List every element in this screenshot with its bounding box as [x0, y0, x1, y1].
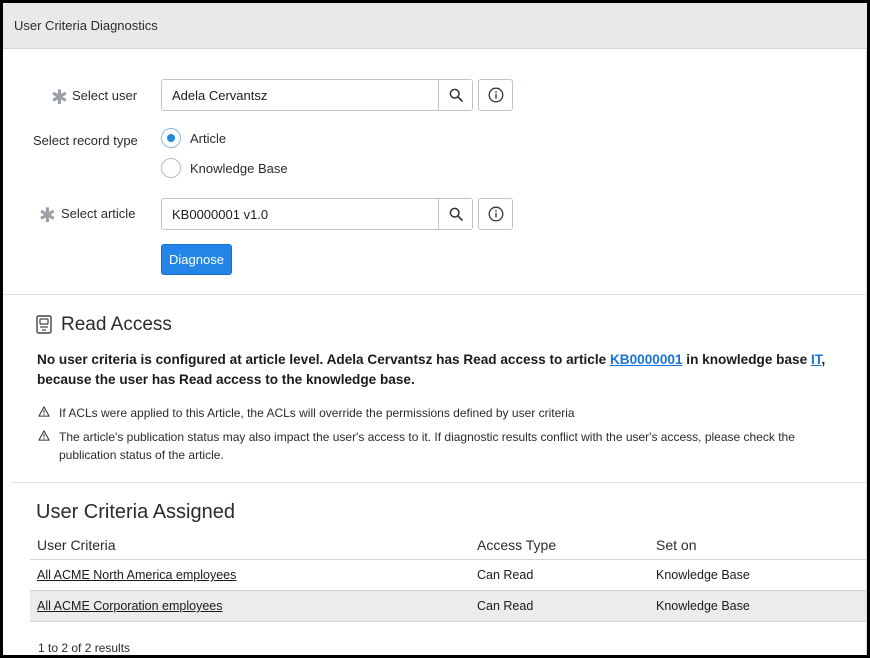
acl-warning: If ACLs were applied to this Article, th…: [37, 404, 837, 422]
warning-icon: [38, 430, 50, 441]
table-cell: Can Read: [477, 568, 534, 582]
user-criteria-link[interactable]: All ACME Corporation employees: [37, 599, 223, 613]
table-row: All ACME Corporation employees Can Read …: [30, 591, 867, 622]
read-access-message: No user criteria is configured at articl…: [37, 350, 865, 390]
info-icon: [488, 206, 503, 222]
user-input[interactable]: [162, 80, 438, 110]
table-cell: Can Read: [477, 599, 534, 613]
table-cell: All ACME North America employees: [30, 560, 470, 590]
column-header-access-type[interactable]: Access Type: [470, 530, 649, 559]
message-text: No user criteria is configured at articl…: [37, 352, 610, 367]
table-cell: All ACME Corporation employees: [30, 591, 470, 621]
publication-warning: The article's publication status may als…: [37, 428, 817, 464]
results-count: 1 to 2 of 2 results: [38, 641, 131, 655]
read-access-icon: [36, 315, 52, 334]
user-info-button[interactable]: [478, 79, 513, 111]
table-row: All ACME North America employees Can Rea…: [30, 560, 867, 591]
search-icon: [449, 207, 463, 221]
required-asterisk-icon: ✱: [39, 205, 56, 227]
table-cell: Knowledge Base: [656, 599, 750, 613]
user-search-button[interactable]: [438, 80, 472, 110]
radio-article-label: Article: [190, 130, 227, 146]
info-icon: [488, 87, 503, 103]
table-cell: Knowledge Base: [656, 568, 750, 582]
select-article-label: Select article: [61, 206, 136, 221]
criteria-table: User Criteria Access Type Set on All ACM…: [30, 530, 867, 622]
article-info-button[interactable]: [478, 198, 513, 230]
section-divider: [11, 482, 867, 483]
knowledge-base-link[interactable]: IT: [811, 352, 822, 367]
user-lookup-group: [161, 79, 473, 111]
radio-article-button[interactable]: [161, 128, 181, 148]
section-divider: [3, 294, 867, 295]
column-header-user-criteria[interactable]: User Criteria: [30, 530, 470, 559]
table-header: User Criteria Access Type Set on: [30, 530, 867, 560]
search-icon: [449, 88, 463, 102]
publication-warning-text: The article's publication status may als…: [59, 430, 795, 462]
article-input[interactable]: [162, 199, 438, 229]
radio-article[interactable]: Article: [161, 128, 226, 148]
column-header-set-on[interactable]: Set on: [649, 530, 867, 559]
user-criteria-link[interactable]: All ACME North America employees: [37, 568, 236, 582]
message-text: in knowledge base: [682, 352, 811, 367]
required-asterisk-icon: ✱: [51, 87, 68, 109]
read-access-heading: Read Access: [61, 314, 172, 335]
article-link[interactable]: KB0000001: [610, 352, 683, 367]
radio-knowledge-base-button[interactable]: [161, 158, 181, 178]
radio-knowledge-base-label: Knowledge Base: [190, 160, 288, 176]
title-bar: User Criteria Diagnostics: [3, 3, 867, 49]
acl-warning-text: If ACLs were applied to this Article, th…: [59, 406, 575, 420]
article-search-button[interactable]: [438, 199, 472, 229]
record-type-label: Select record type: [33, 133, 138, 148]
warning-icon: [38, 406, 50, 417]
right-edge: [866, 49, 867, 655]
radio-knowledge-base[interactable]: Knowledge Base: [161, 158, 288, 178]
diagnostics-panel: User Criteria Diagnostics ✱ Select user …: [3, 3, 867, 655]
criteria-heading: User Criteria Assigned: [36, 501, 235, 523]
diagnose-button[interactable]: Diagnose: [161, 244, 232, 275]
select-user-label: Select user: [72, 88, 138, 103]
article-lookup-group: [161, 198, 473, 230]
page-title: User Criteria Diagnostics: [14, 18, 158, 33]
